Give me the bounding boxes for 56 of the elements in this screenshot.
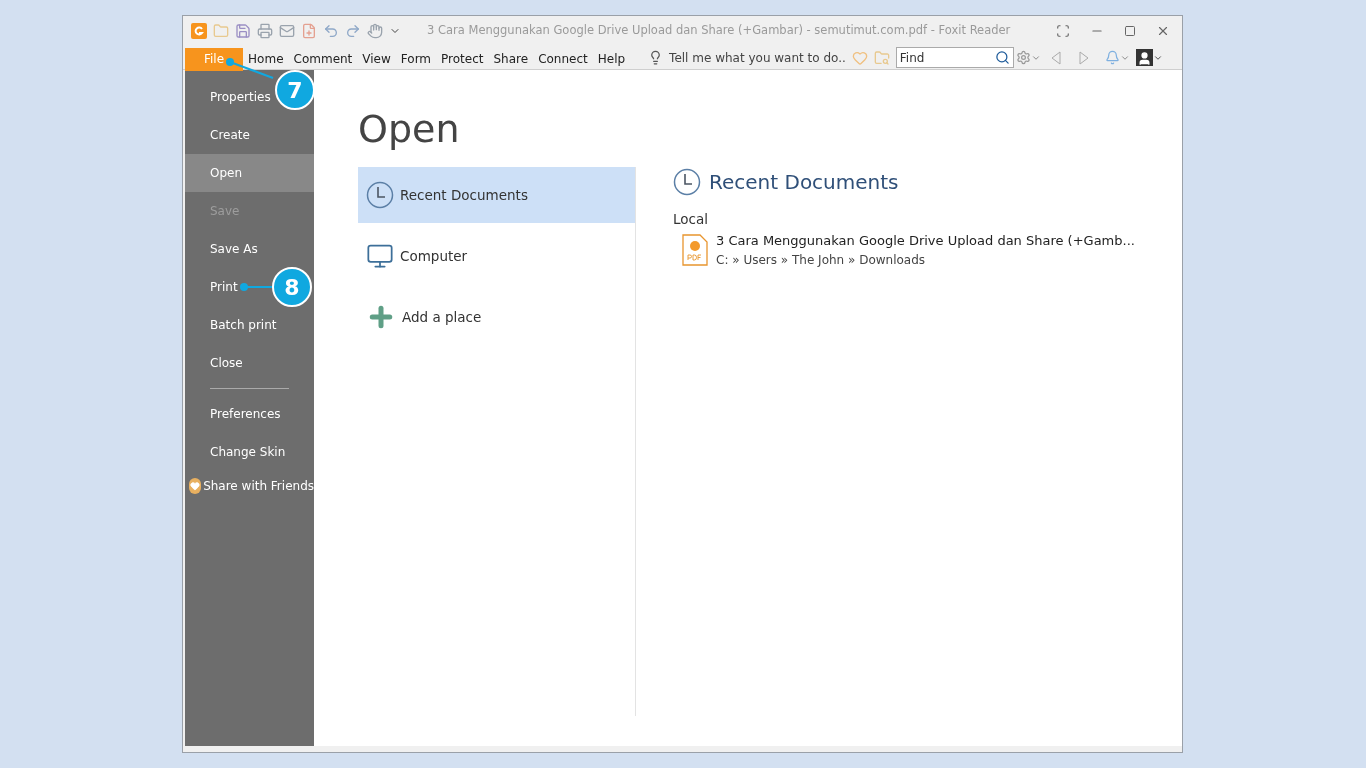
settings-icon[interactable] xyxy=(1015,50,1031,65)
bell-icon[interactable] xyxy=(1104,50,1120,65)
computer-icon xyxy=(366,242,394,270)
menu-tab[interactable]: Connect xyxy=(533,47,593,71)
menu-tab[interactable]: Comment xyxy=(288,47,358,71)
search-field[interactable]: Find xyxy=(895,47,1014,68)
sidebar-item[interactable]: Close xyxy=(185,344,247,382)
folder-search-icon[interactable] xyxy=(873,49,890,66)
maximize-icon[interactable] xyxy=(1124,25,1136,37)
callout-badge: 8 xyxy=(272,267,312,307)
sidebar-item[interactable]: Change Skin xyxy=(185,433,290,471)
sidebar-item[interactable]: Properties xyxy=(185,78,275,116)
place-item[interactable]: Recent Documents xyxy=(358,167,635,223)
menu-tab[interactable]: Form xyxy=(395,47,437,71)
window-title: 3 Cara Menggunakan Google Drive Upload dan Share (+Gambar) - semutimut.com.pdf - Foxit Reader xyxy=(427,22,1011,40)
new-file-icon[interactable] xyxy=(301,23,317,39)
user-avatar-icon[interactable] xyxy=(1135,49,1153,66)
file-path: C: » Users » The John » Downloads xyxy=(716,251,927,269)
menu-tab[interactable]: Home xyxy=(243,47,289,71)
mail-icon[interactable] xyxy=(279,23,295,39)
folder-icon[interactable] xyxy=(213,23,229,39)
group-label: Local xyxy=(673,210,708,229)
print-icon[interactable] xyxy=(257,23,273,39)
sidebar-item[interactable]: Batch print xyxy=(185,306,281,344)
undo-icon[interactable] xyxy=(323,23,339,39)
sidebar-item[interactable]: Save As xyxy=(185,230,262,268)
clock-icon xyxy=(673,168,701,196)
sidebar-item[interactable]: Preferences xyxy=(185,395,285,433)
menu-tab[interactable]: Help xyxy=(592,47,631,71)
sidebar-item[interactable]: Share with Friends xyxy=(203,477,314,495)
section-heading: Recent Documents xyxy=(709,169,899,196)
menu-tab[interactable]: View xyxy=(357,47,396,71)
heart-icon[interactable] xyxy=(851,49,868,66)
app-logo-icon xyxy=(191,23,207,39)
previous-icon[interactable] xyxy=(1050,50,1061,65)
sidebar-item[interactable]: Print xyxy=(185,268,242,306)
place-item[interactable]: Computer xyxy=(358,228,635,284)
page-heading: Open xyxy=(358,110,460,148)
menu-tab[interactable]: Protect xyxy=(436,47,489,71)
sidebar-item[interactable]: Open xyxy=(185,154,314,192)
sidebar-item[interactable]: Create xyxy=(185,116,254,154)
file-name: 3 Cara Menggunakan Google Drive Upload dan Share (+Gamb... xyxy=(716,232,1135,251)
save-icon[interactable] xyxy=(235,23,251,39)
search-icon[interactable] xyxy=(994,50,1010,65)
redo-icon[interactable] xyxy=(345,23,361,39)
menu-tab[interactable]: Share xyxy=(488,47,534,71)
next-icon[interactable] xyxy=(1078,50,1089,65)
place-item[interactable]: Add a place xyxy=(358,289,635,345)
clock-icon xyxy=(366,181,394,209)
leader-line xyxy=(240,283,272,291)
tell-me-field[interactable]: Tell me what you want to do.. xyxy=(669,48,846,67)
hand-icon[interactable] xyxy=(367,23,383,39)
close-icon[interactable] xyxy=(1156,24,1170,38)
pdf-file-icon xyxy=(682,234,708,266)
fullscreen-icon[interactable] xyxy=(1056,24,1070,38)
recent-file-item[interactable]: 3 Cara Menggunakan Google Drive Upload dan Share (+Gamb... C: » Users » The John » Downloads xyxy=(673,231,1135,269)
